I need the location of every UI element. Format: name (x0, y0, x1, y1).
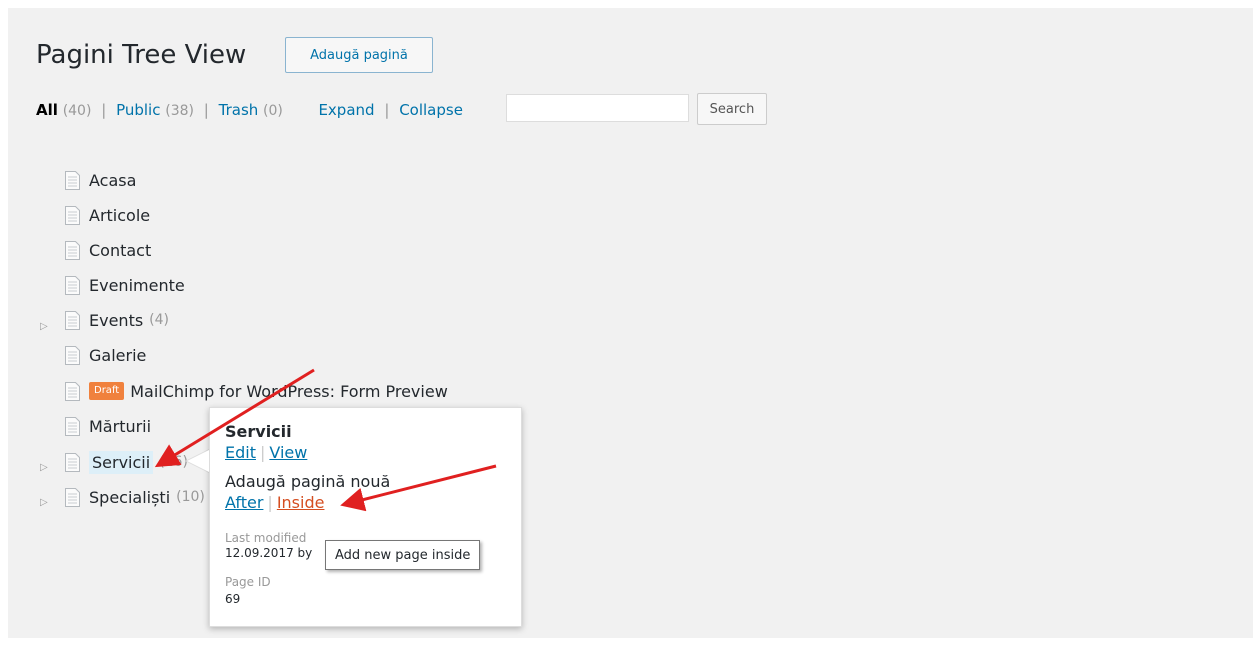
status-filters: All (40) | Public (38) | Trash (0) Expan… (36, 101, 463, 119)
tree-item-events[interactable]: Events (4) (65, 307, 169, 333)
popup-edit-view-links: Edit | View (225, 443, 307, 462)
child-count: (4) (149, 312, 170, 328)
page-icon (65, 381, 80, 401)
filter-separator: | (384, 101, 390, 119)
page-id-label: Page ID (225, 575, 271, 589)
filter-separator: | (101, 101, 107, 119)
tree-item-marturii[interactable]: Mărturii (65, 413, 151, 439)
page-id-value: 69 (225, 592, 241, 606)
child-count: (10) (176, 489, 205, 505)
page-icon (65, 345, 80, 365)
tree-item-label: Acasa (89, 170, 137, 190)
edit-link[interactable]: Edit (225, 443, 256, 462)
add-page-button[interactable]: Adaugă pagină (285, 37, 433, 73)
tree-item-label: Articole (89, 205, 151, 225)
tree-item-mailchimp[interactable]: Draft MailChimp for WordPress: Form Prev… (65, 378, 448, 404)
link-separator: | (259, 443, 266, 462)
popup-title: Servicii (225, 422, 292, 441)
tree-item-contact[interactable]: Contact (65, 237, 151, 263)
filter-public[interactable]: Public (116, 101, 160, 119)
tree-item-label: Events (89, 310, 144, 330)
search-button[interactable]: Search (697, 93, 767, 125)
page-icon (65, 452, 80, 472)
tree-item-label: Servicii (89, 450, 154, 474)
page-icon (65, 240, 80, 260)
draft-badge: Draft (89, 382, 125, 400)
page-icon (65, 487, 80, 507)
tree-item-servicii[interactable]: Servicii (16) (65, 449, 188, 475)
add-after-link[interactable]: After (225, 493, 263, 512)
filter-all-count: (40) (62, 103, 92, 119)
link-separator: | (267, 493, 273, 512)
expand-arrow-icon[interactable]: ▷ (40, 462, 50, 474)
last-modified-value: 12.09.2017 by (225, 546, 313, 560)
tree-item-label: Galerie (89, 345, 147, 365)
filter-trash[interactable]: Trash (219, 101, 259, 119)
tree-item-evenimente[interactable]: Evenimente (65, 272, 185, 298)
collapse-link[interactable]: Collapse (399, 101, 463, 119)
page-actions-popup: Servicii Edit | View Adaugă pagină nouă Af… (209, 407, 522, 627)
page-icon (65, 310, 80, 330)
filter-trash-count: (0) (263, 103, 283, 119)
page-title: Pagini Tree View (36, 40, 247, 70)
expand-link[interactable]: Expand (318, 101, 374, 119)
tree-item-galerie[interactable]: Galerie (65, 342, 146, 368)
tree-item-label: Contact (89, 240, 152, 260)
popup-add-links: After | Inside (225, 493, 324, 512)
expand-arrow-icon[interactable]: ▷ (40, 497, 50, 509)
filter-all[interactable]: All (36, 101, 58, 119)
last-modified-label: Last modified (225, 531, 307, 545)
child-count: (16) (159, 454, 188, 470)
tree-item-label: Mărturii (89, 416, 152, 436)
filter-separator: | (203, 101, 209, 119)
search-input[interactable] (506, 94, 689, 122)
view-link[interactable]: View (269, 443, 307, 462)
expand-arrow-icon[interactable]: ▷ (40, 321, 50, 333)
tree-item-label: MailChimp for WordPress: Form Preview (130, 381, 448, 401)
page-icon (65, 170, 80, 190)
page-icon (65, 205, 80, 225)
add-inside-link[interactable]: Inside (277, 493, 325, 512)
tree-item-specialisti[interactable]: Specialiști (10) (65, 484, 205, 510)
add-new-page-label: Adaugă pagină nouă (225, 472, 391, 491)
tree-item-articole[interactable]: Articole (65, 202, 150, 228)
tree-item-label: Evenimente (89, 275, 185, 295)
page-icon (65, 275, 80, 295)
tree-item-acasa[interactable]: Acasa (65, 167, 136, 193)
popup-pointer-fill (187, 450, 209, 472)
page-icon (65, 416, 80, 436)
tree-item-label: Specialiști (89, 487, 171, 507)
filter-public-count: (38) (165, 103, 194, 119)
tooltip: Add new page inside (325, 540, 481, 570)
